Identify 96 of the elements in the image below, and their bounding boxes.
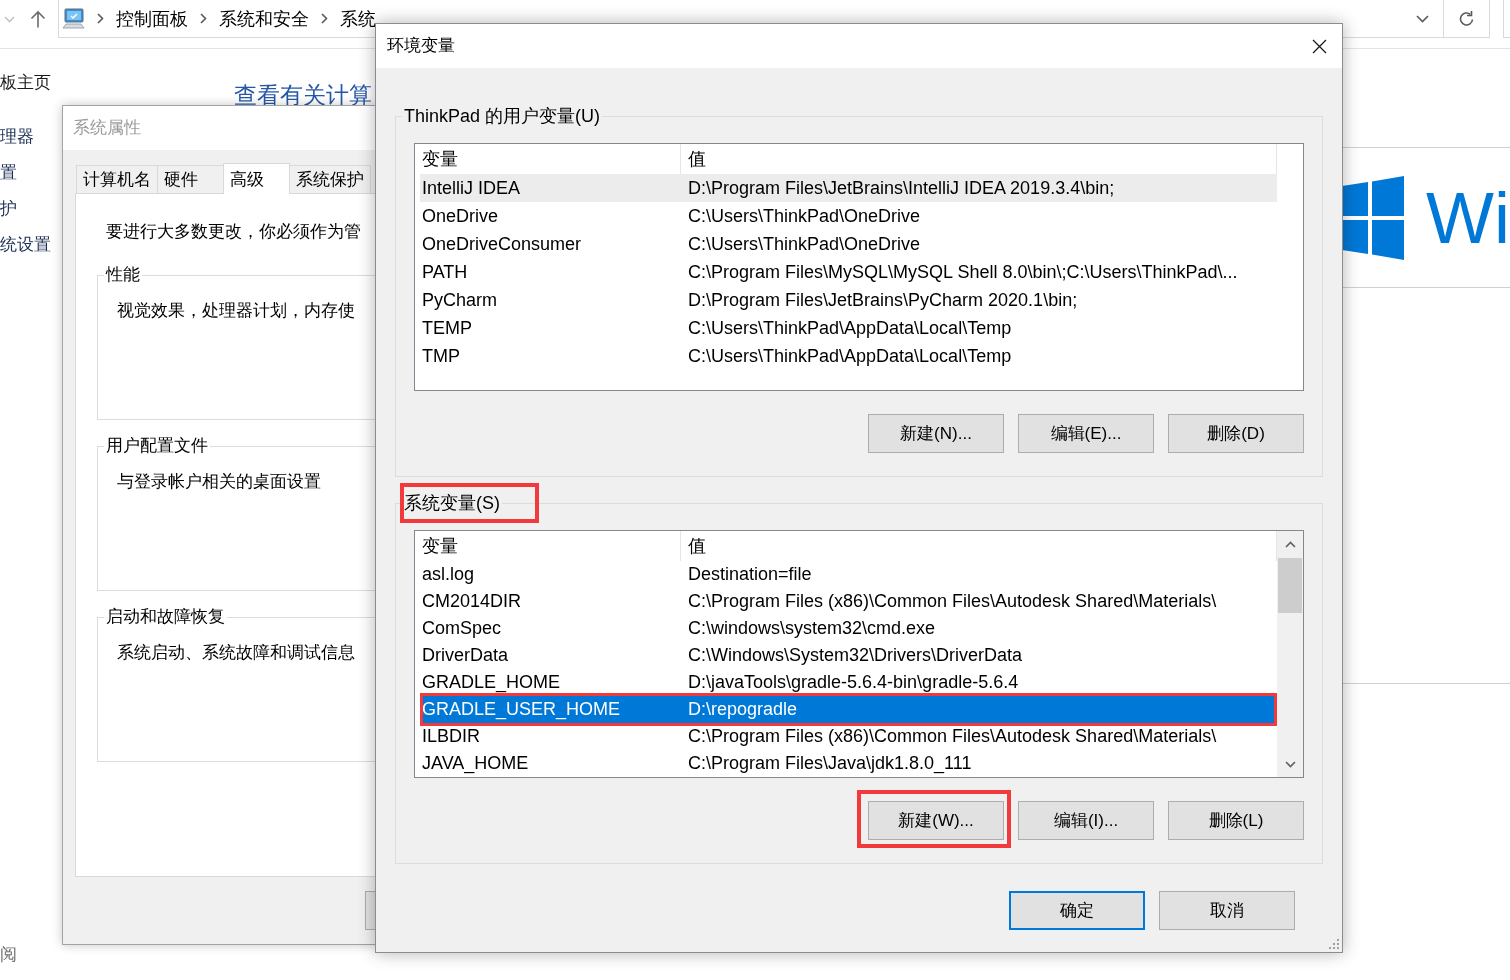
table-cell-text: GRADLE_HOME (421, 672, 562, 693)
table-cell-text: Destination=file (687, 564, 813, 585)
nav-link[interactable]: 理器 (0, 119, 34, 155)
chevron-right-icon (200, 13, 207, 24)
breadcrumb[interactable]: 控制面板 (116, 6, 188, 31)
table-cell-text: JAVA_HOME (421, 753, 530, 774)
list-row[interactable]: GRADLE_HOME D:\javaTools\gradle-5.6.4-bin\gradle-5.6.4 (420, 669, 1277, 696)
chevron-up-icon[interactable] (1284, 540, 1296, 548)
list-row[interactable]: PATH C:\Program Files\MySQL\MySQL Shell 8.0\bin\;C:\Users\ThinkPad\... (420, 258, 1277, 286)
table-cell-text: TEMP (421, 317, 473, 339)
close-icon (1311, 38, 1327, 54)
table-cell-text: DriverData (421, 645, 510, 666)
button[interactable]: 新建(W)... (868, 801, 1004, 840)
list-row[interactable]: PyCharm D:\Program Files\JetBrains\PyCharm 2020.1\bin; (420, 286, 1277, 314)
page-heading: 查看有关计算 (234, 81, 372, 110)
nav-link[interactable]: 板主页 (0, 71, 51, 95)
nav-link[interactable]: 统设置 (0, 227, 51, 263)
window-title: 系统属性 (73, 117, 141, 139)
table-cell-text: D:\Program Files\JetBrains\PyCharm 2020.1\bin; (687, 289, 1079, 311)
list-row[interactable]: IntelliJ IDEA D:\Program Files\JetBrains\IntelliJ IDEA 2019.3.4\bin; (420, 174, 1277, 202)
table-cell-text: PyCharm (421, 289, 498, 311)
table-cell-text: C:\Program Files (x86)\Common Files\Autodesk Shared\Materials\ (687, 726, 1218, 747)
list-row[interactable]: CM2014DIR C:\Program Files (x86)\Common Files\Autodesk Shared\Materials\ (420, 588, 1277, 615)
button[interactable]: 删除(L) (1168, 801, 1304, 840)
computer-icon (62, 7, 85, 30)
table-cell-text: OneDriveConsumer (421, 233, 583, 255)
breadcrumb[interactable]: 系统 (340, 6, 376, 31)
table-cell-text: PATH (421, 261, 469, 283)
breadcrumb[interactable]: 系统和安全 (219, 6, 309, 31)
table-cell-text: C:\Program Files (x86)\Common Files\Autodesk Shared\Materials\ (687, 591, 1218, 612)
table-cell-text: C:\Program Files\Java\jdk1.8.0_111 (687, 753, 973, 774)
table-cell-text: asl.log (421, 564, 476, 585)
button[interactable]: 删除(D) (1168, 414, 1304, 453)
group-label: 启动和故障恢复 (106, 606, 225, 628)
table-cell-text: D:\repogradle (687, 699, 799, 720)
button[interactable]: 新建(N)... (868, 414, 1004, 453)
list-row[interactable]: JAVA_HOME C:\Program Files\Java\jdk1.8.0_111 (420, 750, 1277, 777)
list-row[interactable]: ILBDIR C:\Program Files (x86)\Common Files\Autodesk Shared\Materials\ (420, 723, 1277, 750)
table-cell-text: C:\Program Files\MySQL\MySQL Shell 8.0\bin\;C:\Users\ThinkPad\... (687, 261, 1239, 283)
button[interactable] (365, 891, 376, 930)
chevron-down-icon[interactable] (1284, 760, 1296, 768)
table-cell-text: TMP (421, 345, 461, 367)
tab[interactable]: 高级 (223, 163, 290, 194)
intro-text: 要进行大多数更改，你必须作为管 (106, 221, 361, 243)
window-title: 环境变量 (387, 35, 455, 57)
button[interactable]: 取消 (1159, 891, 1295, 930)
table-cell-text: ComSpec (421, 618, 503, 639)
list-row[interactable]: TEMP C:\Users\ThinkPad\AppData\Local\Temp (420, 314, 1277, 342)
table-cell-text: D:\Program Files\JetBrains\IntelliJ IDEA 2019.3.4\bin; (687, 177, 1116, 199)
list-row[interactable]: GRADLE_USER_HOME D:\repogradle (420, 696, 1277, 723)
button[interactable]: 确定 (1009, 891, 1145, 930)
list-row[interactable]: DriverData C:\Windows\System32\Drivers\DriverData (420, 642, 1277, 669)
column-header[interactable]: 变量 (420, 531, 681, 561)
group-label: 用户配置文件 (106, 435, 208, 457)
table-cell-text: C:\Users\ThinkPad\OneDrive (687, 233, 922, 255)
chevron-right-icon (321, 13, 328, 24)
table-cell-text: C:\Users\ThinkPad\OneDrive (687, 205, 922, 227)
group-description: 系统启动、系统故障和调试信息 (117, 642, 355, 664)
refresh-icon (1458, 9, 1475, 28)
nav-link[interactable]: 置 (0, 155, 17, 191)
group-description: 与登录帐户相关的桌面设置 (117, 471, 321, 493)
scrollbar[interactable] (1277, 531, 1303, 777)
input-field[interactable] (1503, 0, 1510, 38)
list-row[interactable]: OneDriveConsumer C:\Users\ThinkPad\OneDrive (420, 230, 1277, 258)
table-cell-text: ILBDIR (421, 726, 482, 747)
edition-logo-text: Wi (1426, 181, 1510, 254)
refresh-button[interactable] (1444, 0, 1490, 38)
button[interactable]: 编辑(E)... (1018, 414, 1154, 453)
table-cell-text: C:\Windows\System32\Drivers\DriverData (687, 645, 1024, 666)
chevron-right-icon (97, 13, 104, 24)
table-cell-text: D:\javaTools\gradle-5.6.4-bin\gradle-5.6.4 (687, 672, 1020, 693)
list-row[interactable]: OneDrive C:\Users\ThinkPad\OneDrive (420, 202, 1277, 230)
tab[interactable]: 计算机名 (76, 165, 158, 193)
table-cell-text: C:\windows\system32\cmd.exe (687, 618, 937, 639)
table-cell-text: CM2014DIR (421, 591, 523, 612)
nav-link[interactable]: 护 (0, 191, 17, 227)
group-label: 性能 (106, 264, 140, 286)
resize-grip-icon[interactable] (1329, 939, 1339, 949)
table-cell-text: GRADLE_USER_HOME (421, 699, 622, 720)
logo-icon (1342, 175, 1405, 260)
tab[interactable]: 系统保护 (289, 165, 371, 193)
list-row[interactable]: asl.log Destination=file (420, 561, 1277, 588)
group-label: 系统变量(S) (404, 492, 500, 515)
list-row[interactable]: ComSpec C:\windows\system32\cmd.exe (420, 615, 1277, 642)
table-cell-text: C:\Users\ThinkPad\AppData\Local\Temp (687, 317, 1013, 339)
table-cell-text: C:\Users\ThinkPad\AppData\Local\Temp (687, 345, 1013, 367)
list-row[interactable]: TMP C:\Users\ThinkPad\AppData\Local\Temp (420, 342, 1277, 370)
chevron-down-icon[interactable] (1416, 14, 1429, 23)
arrow-up-icon[interactable] (30, 10, 46, 28)
table-cell-text: IntelliJ IDEA (421, 177, 522, 199)
table-cell-text: OneDrive (421, 205, 500, 227)
button[interactable]: 编辑(I)... (1018, 801, 1154, 840)
group-description: 视觉效果，处理器计划，内存使 (117, 300, 355, 322)
nav-heading: 阅 (0, 944, 17, 966)
scrollbar-thumb[interactable] (1278, 558, 1302, 613)
group-label: ThinkPad 的用户变量(U) (404, 105, 601, 128)
